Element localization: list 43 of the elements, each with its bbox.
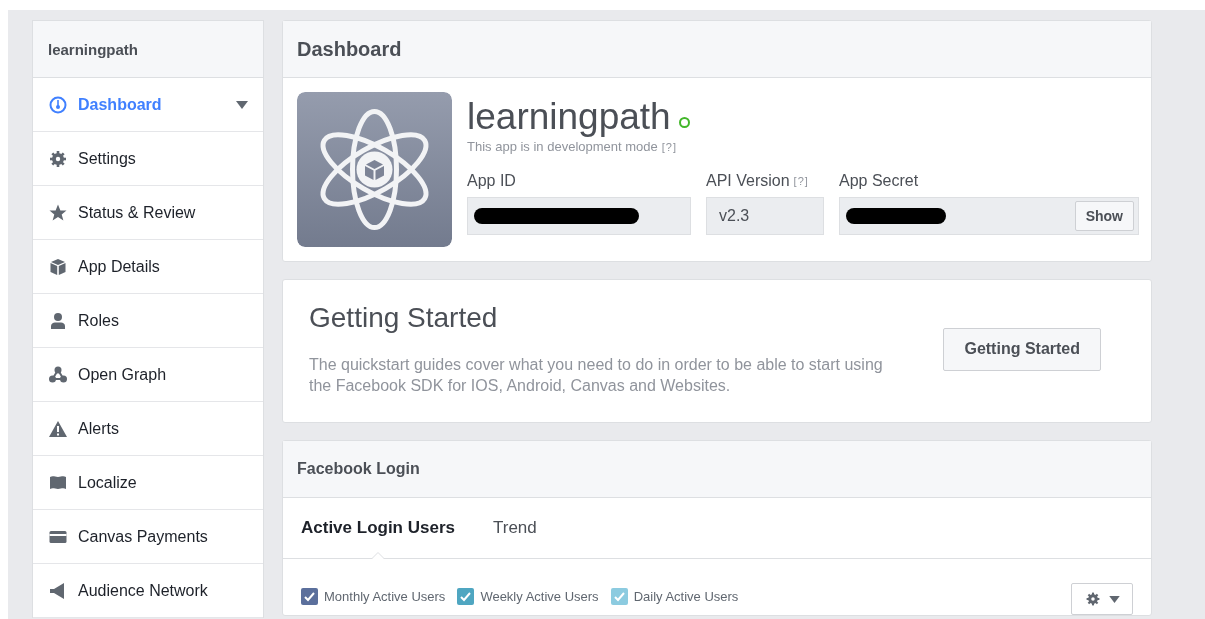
checkbox-label: Daily Active Users [633, 588, 739, 604]
gear-icon [48, 148, 68, 169]
checkbox[interactable] [610, 587, 628, 605]
field-label: App ID [467, 172, 516, 190]
atom-icon [297, 92, 452, 247]
tab[interactable]: Active Login Users [301, 498, 455, 558]
tab[interactable]: Trend [493, 498, 537, 558]
description: The quickstart guides cover what you need to do in order to be able to start using the Facebook SDK for IOS, Android, Canvas and Websites. [309, 355, 884, 396]
card-title: Facebook Login [283, 441, 1151, 498]
sidebar-item[interactable]: Settings [33, 132, 263, 186]
dashboard-icon [48, 94, 68, 115]
checkbox-label: Weekly Active Users [480, 588, 599, 604]
settings-button[interactable] [1071, 583, 1133, 615]
sidebar-item[interactable]: Roles [33, 294, 263, 348]
sidebar-item[interactable]: Open Graph [33, 348, 263, 402]
input-field[interactable]: v2.3 [706, 197, 824, 235]
checkbox-label: Monthly Active Users [324, 588, 446, 604]
checkbox[interactable] [301, 587, 318, 605]
sidebar-item[interactable]: App Details [33, 240, 263, 294]
sidebar-item[interactable]: Canvas Payments [33, 510, 263, 564]
app-name: learningpath [467, 96, 671, 138]
caret-icon [1108, 595, 1120, 603]
sidebar-item[interactable]: Status & Review [33, 186, 263, 240]
field-label: API Version [706, 172, 790, 190]
field-label: App Secret [839, 172, 919, 190]
checkbox[interactable] [457, 587, 475, 605]
status-indicator [678, 116, 690, 128]
sidebar-item[interactable]: Dashboard [33, 78, 263, 132]
sidebar-item[interactable]: Localize [33, 456, 263, 510]
show-button[interactable]: Show [1074, 201, 1134, 231]
cube-icon [48, 256, 68, 277]
person-icon [48, 310, 68, 331]
card-title: Dashboard [283, 21, 1151, 78]
gear-icon [1084, 591, 1101, 607]
getting-started-button[interactable]: Getting Started [943, 327, 1101, 371]
sidebar-item[interactable]: Alerts [33, 402, 263, 456]
status-text: This app is in development mode [467, 139, 658, 154]
graph-icon [48, 364, 68, 385]
input-field[interactable] [467, 197, 691, 235]
input-field[interactable]: Show [839, 197, 1139, 235]
sidebar-title: learningpath [33, 21, 263, 78]
sidebar-item[interactable]: Audience Network [33, 564, 263, 618]
section-title: Getting Started [309, 302, 499, 334]
